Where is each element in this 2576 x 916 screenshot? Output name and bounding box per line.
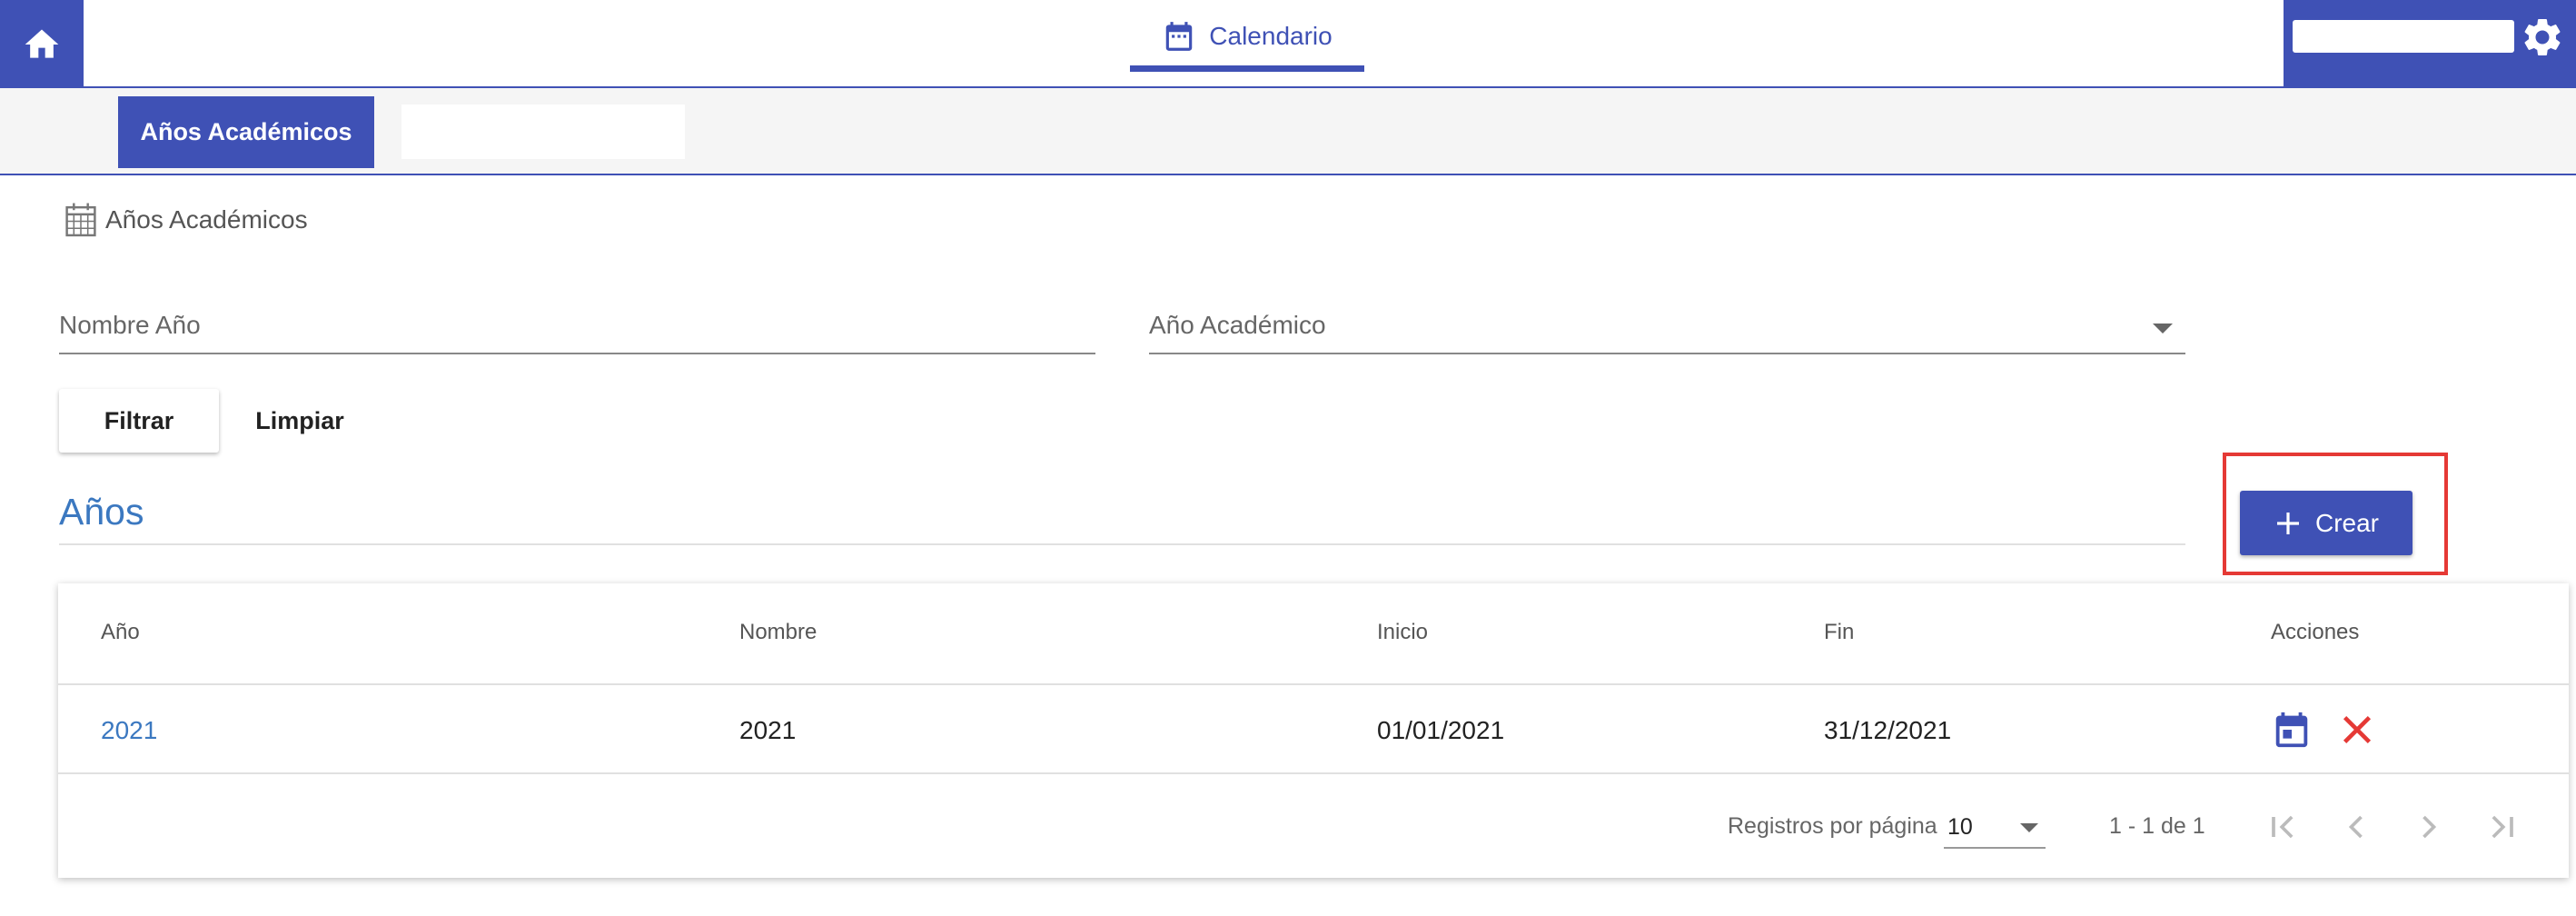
chevron-right-icon <box>2422 815 2437 839</box>
create-button-label: Crear <box>2314 508 2379 537</box>
per-page-value: 10 <box>1947 814 1973 840</box>
subtab-anos-academicos[interactable]: Años Académicos <box>118 96 374 168</box>
table-row: 2021 2021 01/01/2021 31/12/2021 <box>58 685 2569 774</box>
breadcrumb: Años Académicos <box>64 202 308 238</box>
cell-inicio: 01/01/2021 <box>1377 716 1505 744</box>
dropdown-caret-icon <box>2020 823 2038 832</box>
nombre-ano-placeholder: Nombre Año <box>59 311 201 339</box>
cell-nombre: 2021 <box>739 716 797 744</box>
column-header-acciones: Acciones <box>2271 620 2360 644</box>
chevron-left-icon <box>2348 815 2363 839</box>
next-page-button[interactable] <box>2403 802 2454 852</box>
last-page-icon <box>2492 815 2513 839</box>
page-range: 1 - 1 de 1 <box>2109 813 2205 839</box>
previous-page-button[interactable] <box>2331 802 2382 852</box>
active-tab-indicator <box>1130 65 1364 72</box>
subtab-blank[interactable] <box>401 105 685 159</box>
calendar-grid-icon <box>65 203 96 237</box>
calendar-icon <box>1166 22 1193 51</box>
column-header-ano[interactable]: Año <box>101 620 140 645</box>
table-header: Año Nombre Inicio Fin Acciones <box>58 583 2569 685</box>
first-page-icon <box>2272 815 2294 839</box>
nav-tab-label: Calendario <box>1209 22 1333 50</box>
ano-academico-placeholder: Año Académico <box>1149 311 1326 339</box>
column-header-nombre[interactable]: Nombre <box>739 620 817 645</box>
section-divider <box>59 543 2185 545</box>
breadcrumb-label: Años Académicos <box>105 205 308 234</box>
dropdown-caret-icon <box>2153 324 2173 334</box>
clear-button[interactable]: Limpiar <box>236 389 363 453</box>
home-icon <box>25 29 59 58</box>
ano-academico-select[interactable]: Año Académico <box>1149 291 2185 354</box>
create-button[interactable]: Crear <box>2240 491 2413 555</box>
last-page-button[interactable] <box>2476 802 2527 852</box>
settings-button[interactable] <box>2518 13 2567 62</box>
delete-icon[interactable] <box>2336 709 2378 751</box>
user-area <box>2284 0 2576 88</box>
plus-icon <box>2276 512 2299 534</box>
sub-navigation: Años Académicos <box>0 88 2576 175</box>
cell-fin: 31/12/2021 <box>1824 716 1952 744</box>
year-link[interactable]: 2021 <box>101 716 157 745</box>
filter-button[interactable]: Filtrar <box>59 389 219 453</box>
first-page-button[interactable] <box>2258 802 2309 852</box>
column-header-fin[interactable]: Fin <box>1824 620 1854 645</box>
column-header-inicio[interactable]: Inicio <box>1377 620 1428 645</box>
per-page-label: Registros por página <box>1728 813 1937 839</box>
top-bar: Calendario <box>0 0 2576 88</box>
nombre-ano-input[interactable]: Nombre Año <box>59 291 1095 354</box>
gear-icon <box>2524 18 2561 55</box>
section-title: Años <box>59 491 144 533</box>
nav-tab-calendario[interactable]: Calendario <box>1130 0 1364 73</box>
calendar-action-icon[interactable] <box>2271 709 2313 751</box>
paginator: Registros por página 10 1 - 1 de 1 <box>58 774 2569 878</box>
years-table: Año Nombre Inicio Fin Acciones 2021 2021… <box>58 583 2569 878</box>
per-page-select[interactable]: 10 <box>1944 805 2046 849</box>
home-button[interactable] <box>0 0 84 88</box>
user-name-field[interactable] <box>2293 20 2514 53</box>
